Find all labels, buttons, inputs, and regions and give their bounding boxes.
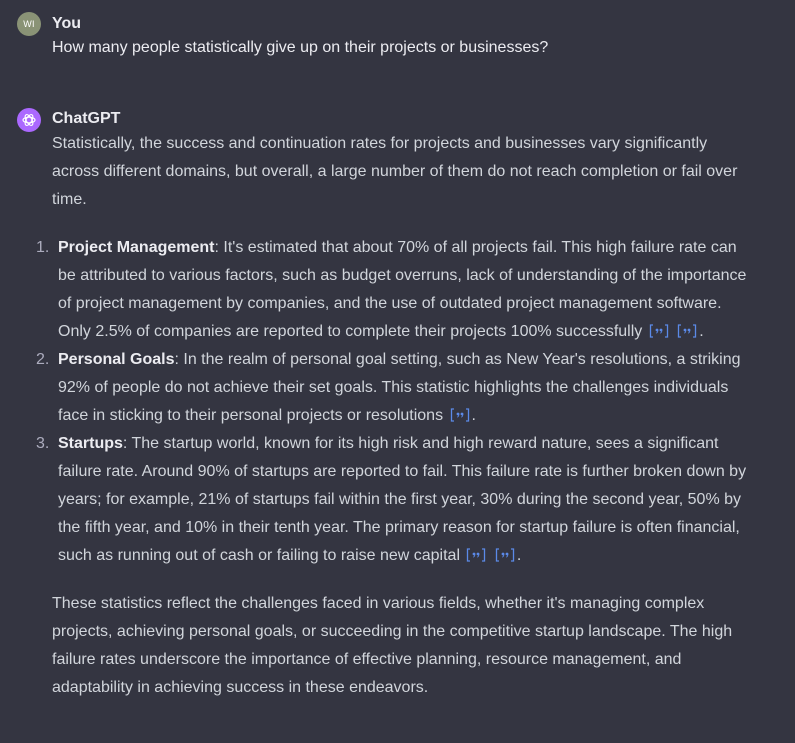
- citation-link[interactable]: [495, 548, 515, 562]
- quote-citation-icon: [495, 548, 515, 562]
- item-term: Project Management: [58, 239, 215, 256]
- openai-logo-icon: [22, 114, 36, 126]
- end-punctuation: .: [699, 323, 704, 340]
- list-item: 2. Personal Goals: In the realm of perso…: [36, 346, 752, 430]
- citation-link[interactable]: [450, 408, 470, 422]
- chatgpt-avatar: [17, 108, 41, 132]
- assistant-name: ChatGPT: [52, 110, 121, 127]
- citation-link[interactable]: [649, 324, 669, 338]
- end-punctuation: .: [471, 407, 476, 424]
- citation-link[interactable]: [466, 548, 486, 562]
- statistics-list: 1. Project Management: It's estimated th…: [36, 234, 752, 570]
- assistant-message: Statistically, the success and continuat…: [36, 130, 752, 702]
- list-number: 3.: [36, 435, 50, 452]
- item-term: Startups: [58, 435, 123, 452]
- user-avatar: WI: [17, 12, 41, 36]
- list-number: 2.: [36, 351, 50, 368]
- item-term: Personal Goals: [58, 351, 175, 368]
- list-number: 1.: [36, 239, 50, 256]
- answer-intro: Statistically, the success and continuat…: [52, 135, 738, 208]
- end-punctuation: .: [516, 547, 522, 564]
- quote-citation-icon: [450, 408, 469, 422]
- user-name: You: [52, 15, 82, 32]
- item-text: : The startup world, known for its high …: [58, 435, 747, 564]
- list-item: 1. Project Management: It's estimated th…: [36, 234, 752, 346]
- list-item: 3. Startups: The startup world, known fo…: [36, 430, 752, 570]
- user-message: How many people statistically give up on…: [52, 39, 549, 56]
- quote-citation-icon: [467, 548, 486, 562]
- quote-citation-icon: [649, 324, 668, 338]
- quote-citation-icon: [678, 324, 697, 338]
- answer-conclusion: These statistics reflect the challenges …: [52, 595, 733, 696]
- citation-link[interactable]: [677, 324, 697, 338]
- user-initials: WI: [23, 19, 35, 29]
